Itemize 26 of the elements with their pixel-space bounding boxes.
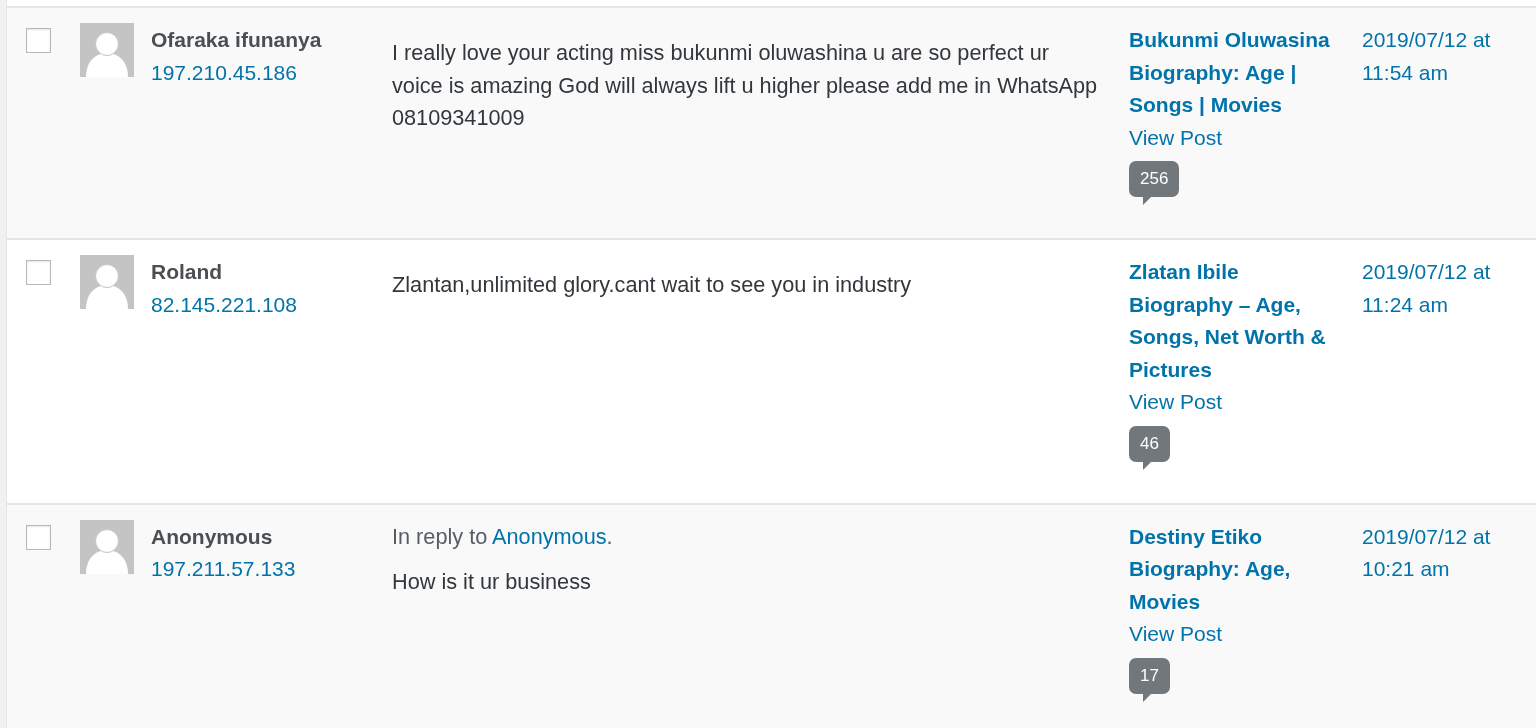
view-post-link[interactable]: View Post [1129,386,1222,419]
ip-address-link[interactable]: 197.211.57.133 [151,553,296,586]
comment-date-link[interactable]: 2019/07/12 at 11:24 am [1362,256,1526,321]
person-silhouette-icon [80,23,134,77]
post-title-link[interactable]: Zlatan Ibile Biography – Age, Songs, Net Worth & Pictures [1129,256,1339,386]
person-silhouette-icon [80,519,134,574]
row-checkbox[interactable] [26,28,51,53]
reply-note: In reply to Anonymous. [392,522,614,551]
comment-text: Zlantan,unlimited glory.cant wait to see you in industry [392,271,913,299]
author-name: Ofaraka ifunanya [151,27,322,53]
author-name: Anonymous [151,523,273,550]
ip-address-link[interactable]: 197.210.45.186 [151,56,297,89]
comment-date-link[interactable]: 2019/07/12 at 10:21 am [1362,520,1526,586]
comment-text: How is it ur business [392,568,592,596]
author-name: Roland [151,259,223,285]
comment-text: I really love your acting miss bukunmi oluwashina u are so perfect ur voice is amazing God will always lift u higher please add me in WhatsApp 08109341009 [392,39,1099,132]
row-checkbox[interactable] [26,260,51,285]
view-post-link[interactable]: View Post [1129,121,1222,154]
post-title-link[interactable]: Bukunmi Oluwasina Biography: Age | Songs | Movies [1129,24,1339,122]
row-checkbox[interactable] [26,524,51,550]
view-post-link[interactable]: View Post [1129,618,1222,651]
ip-address-link[interactable]: 82.145.221.108 [151,288,297,321]
post-title-link[interactable]: Destiny Etiko Biography: Age, Movies [1129,520,1339,618]
comment-date-link[interactable]: 2019/07/12 at 11:54 am [1362,24,1526,89]
reply-author-link[interactable]: Anonymous [492,523,607,549]
person-silhouette-icon [80,255,134,309]
